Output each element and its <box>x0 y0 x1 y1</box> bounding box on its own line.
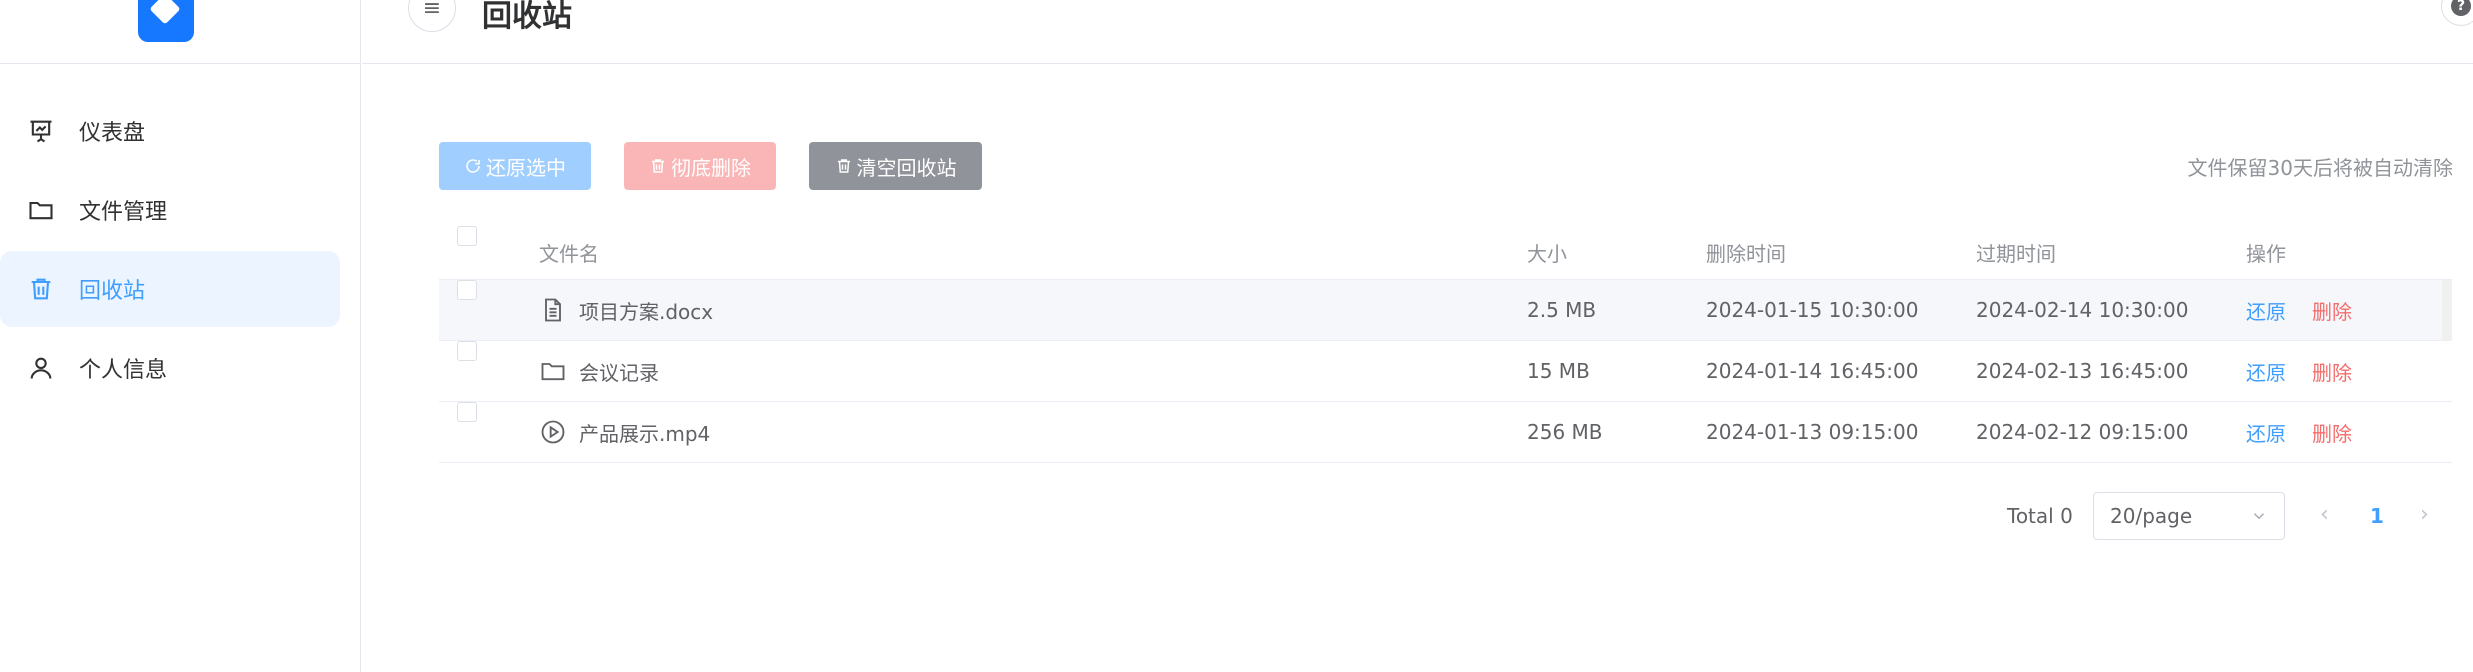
pagination-total: Total 0 <box>2007 504 2073 528</box>
next-page-button[interactable]: › <box>2420 502 2429 550</box>
folder-icon <box>539 357 567 385</box>
table-row[interactable]: 产品展示.mp4 256 MB 2024-01-13 09:15:00 2024… <box>439 402 2452 463</box>
row-actions: 还原 删除 <box>2246 402 2352 462</box>
expire-time: 2024-02-12 09:15:00 <box>1976 420 2189 444</box>
top-header: ≡ 回收站 ? <box>362 0 2473 64</box>
trash-icon <box>27 275 55 303</box>
select-all-checkbox[interactable] <box>457 226 477 246</box>
table-scrollbar[interactable] <box>2442 280 2452 341</box>
restore-selected-label: 还原选中 <box>486 155 566 180</box>
file-size: 2.5 MB <box>1527 298 1597 322</box>
column-header-deleted: 删除时间 <box>1706 242 1786 266</box>
row-actions: 还原 删除 <box>2246 341 2352 401</box>
menu-toggle-button[interactable]: ≡ <box>408 0 456 32</box>
sidebar-item-profile[interactable]: 个人信息 <box>0 330 340 406</box>
file-name: 产品展示.mp4 <box>579 421 711 446</box>
sidebar-item-label: 仪表盘 <box>79 121 146 146</box>
restore-link[interactable]: 还原 <box>2246 357 2286 386</box>
column-header-size: 大小 <box>1527 242 1567 266</box>
sidebar-item-label: 个人信息 <box>79 358 168 383</box>
expire-time: 2024-02-13 16:45:00 <box>1976 359 2189 383</box>
hamburger-icon: ≡ <box>422 0 442 21</box>
empty-recycle-bin-button[interactable]: 清空回收站 <box>809 142 982 190</box>
file-size: 256 MB <box>1527 420 1603 444</box>
table-row[interactable]: 会议记录 15 MB 2024-01-14 16:45:00 2024-02-1… <box>439 341 2452 402</box>
document-icon <box>539 296 567 324</box>
retention-notice: 文件保留30天后将被自动清除 <box>2187 156 2453 180</box>
row-checkbox[interactable] <box>457 341 477 361</box>
empty-recycle-bin-label: 清空回收站 <box>856 155 957 180</box>
column-header-expires: 过期时间 <box>1976 242 2056 266</box>
page-size-value: 20/page <box>2110 504 2193 528</box>
file-name: 项目方案.docx <box>579 299 714 324</box>
help-icon: ? <box>2451 0 2471 16</box>
permanent-delete-button[interactable]: 彻底删除 <box>624 142 776 190</box>
page-number-current[interactable]: 1 <box>2370 504 2384 552</box>
restore-link[interactable]: 还原 <box>2246 418 2286 447</box>
trash-icon <box>652 159 664 173</box>
delete-link[interactable]: 删除 <box>2312 357 2352 386</box>
file-name-cell: 会议记录 <box>539 341 659 401</box>
permanent-delete-label: 彻底删除 <box>671 155 751 180</box>
help-button[interactable]: ? <box>2441 0 2473 26</box>
folder-icon <box>27 196 55 224</box>
deleted-time: 2024-01-14 16:45:00 <box>1706 359 1919 383</box>
deleted-time: 2024-01-13 09:15:00 <box>1706 420 1919 444</box>
refresh-icon <box>466 159 480 173</box>
sidebar-item-label: 回收站 <box>79 279 146 304</box>
recycle-bin-table: 文件名 大小 删除时间 过期时间 操作 项目方案.docx 2.5 MB 202… <box>439 226 2452 463</box>
app-logo[interactable] <box>138 0 194 42</box>
column-header-actions: 操作 <box>2246 242 2286 266</box>
table-header-row: 文件名 大小 删除时间 过期时间 操作 <box>439 226 2452 280</box>
sidebar-item-dashboard[interactable]: 仪表盘 <box>0 93 340 169</box>
row-actions: 还原 删除 <box>2246 280 2352 340</box>
trash-icon <box>837 159 850 173</box>
video-icon <box>539 418 567 446</box>
user-icon <box>27 354 55 382</box>
chevron-left-icon: ‹ <box>2320 502 2329 527</box>
file-size: 15 MB <box>1527 359 1590 383</box>
deleted-time: 2024-01-15 10:30:00 <box>1706 298 1919 322</box>
chevron-down-icon <box>2253 513 2265 520</box>
delete-link[interactable]: 删除 <box>2312 418 2352 447</box>
page-title: 回收站 <box>482 0 572 34</box>
sidebar-divider <box>0 63 361 64</box>
row-checkbox[interactable] <box>457 280 477 300</box>
restore-link[interactable]: 还原 <box>2246 296 2286 325</box>
page-size-select[interactable]: 20/page <box>2093 492 2285 540</box>
dashboard-icon <box>27 117 55 145</box>
table-row[interactable]: 项目方案.docx 2.5 MB 2024-01-15 10:30:00 202… <box>439 280 2452 341</box>
expire-time: 2024-02-14 10:30:00 <box>1976 298 2189 322</box>
column-header-name: 文件名 <box>539 242 599 266</box>
delete-link[interactable]: 删除 <box>2312 296 2352 325</box>
sidebar-item-recycle-bin[interactable]: 回收站 <box>0 251 340 327</box>
file-name-cell: 产品展示.mp4 <box>539 402 710 462</box>
prev-page-button[interactable]: ‹ <box>2320 502 2329 550</box>
chevron-right-icon: › <box>2420 502 2429 527</box>
file-name-cell: 项目方案.docx <box>539 280 713 340</box>
row-checkbox[interactable] <box>457 402 477 422</box>
file-name: 会议记录 <box>579 360 659 385</box>
sidebar-item-label: 文件管理 <box>79 200 168 225</box>
restore-selected-button[interactable]: 还原选中 <box>439 142 591 190</box>
sidebar-item-files[interactable]: 文件管理 <box>0 172 340 248</box>
sidebar: 仪表盘 文件管理 回收站 个人信息 <box>0 0 361 672</box>
